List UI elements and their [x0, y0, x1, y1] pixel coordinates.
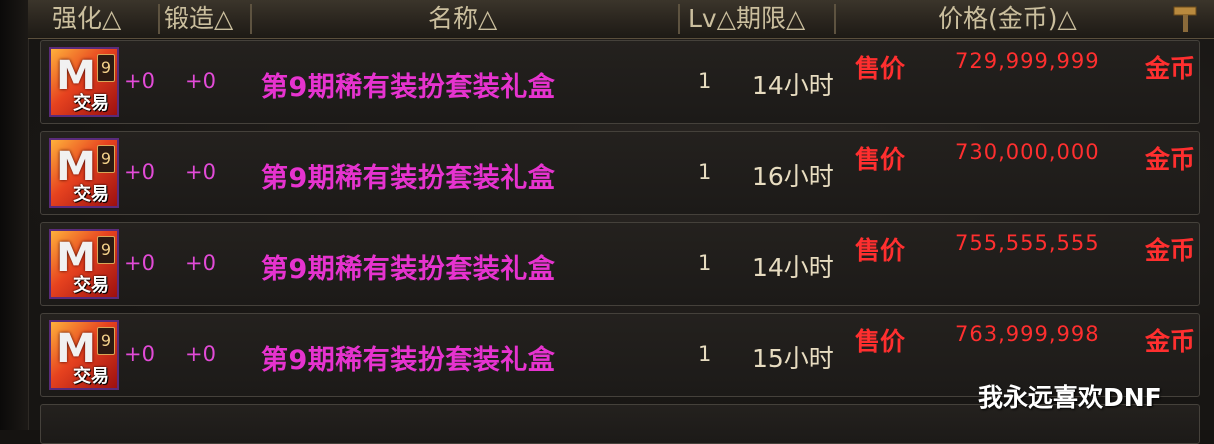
- item-name-link[interactable]: 第9期稀有装扮套装礼盒: [261, 65, 555, 104]
- sort-lv-period-header[interactable]: Lv△期限△: [688, 0, 805, 38]
- currency-label: 金币: [1145, 145, 1196, 174]
- enhance-value: +0: [124, 251, 155, 275]
- trade-label: 交易: [73, 366, 109, 387]
- trade-label: 交易: [73, 184, 109, 205]
- currency-label: 金币: [1145, 54, 1196, 83]
- currency-label: 金币: [1145, 327, 1196, 356]
- header-divider: [158, 4, 160, 34]
- watermark-text: 我永远喜欢DNF: [978, 383, 1162, 412]
- listing-period: 16小时: [752, 162, 834, 191]
- item-level-badge: 9: [97, 145, 115, 173]
- sort-forge-header[interactable]: 锻造△: [164, 0, 233, 38]
- item-level-badge: 9: [97, 327, 115, 355]
- enhance-value: +0: [124, 69, 155, 93]
- left-scroll-strip: [0, 0, 29, 430]
- header-divider: [834, 4, 836, 34]
- item-level-badge: 9: [97, 54, 115, 82]
- costume-box-icon[interactable]: M 9 交易: [49, 47, 119, 117]
- listing-period: 15小时: [752, 344, 834, 373]
- forge-value: +0: [185, 160, 216, 184]
- sort-name-header[interactable]: 名称△: [428, 0, 497, 38]
- item-level: 1: [698, 342, 712, 366]
- enhance-value: +0: [124, 342, 155, 366]
- column-header: 强化△ 锻造△ 名称△ Lv△期限△ 价格(金币)△: [28, 0, 1214, 39]
- enhance-value: +0: [124, 160, 155, 184]
- header-divider: [250, 4, 252, 34]
- item-level: 1: [698, 69, 712, 93]
- auction-window: 强化△ 锻造△ 名称△ Lv△期限△ 价格(金币)△ M 9 交易 +0 +0 …: [0, 0, 1214, 444]
- forge-value: +0: [185, 251, 216, 275]
- costume-box-icon[interactable]: M 9 交易: [49, 138, 119, 208]
- item-level: 1: [698, 160, 712, 184]
- item-level: 1: [698, 251, 712, 275]
- sell-price-label: 售价: [855, 54, 906, 83]
- item-name-link[interactable]: 第9期稀有装扮套装礼盒: [261, 338, 555, 377]
- costume-box-icon[interactable]: M 9 交易: [49, 320, 119, 390]
- sort-price-header[interactable]: 价格(金币)△: [938, 0, 1077, 38]
- sell-price-label: 售价: [855, 236, 906, 265]
- price-value: 730,000,000: [955, 140, 1100, 164]
- table-row[interactable]: M 9 交易 +0 +0 第9期稀有装扮套装礼盒 1 16小时 售价 730,0…: [40, 131, 1200, 215]
- table-row[interactable]: M 9 交易 +0 +0 第9期稀有装扮套装礼盒 1 14小时 售价 729,9…: [40, 40, 1200, 124]
- trade-label: 交易: [73, 275, 109, 296]
- sell-price-label: 售价: [855, 145, 906, 174]
- forge-value: +0: [185, 69, 216, 93]
- item-level-badge: 9: [97, 236, 115, 264]
- price-value: 729,999,999: [955, 49, 1100, 73]
- sort-enhance-header[interactable]: 强化△: [52, 0, 121, 38]
- currency-label: 金币: [1145, 236, 1196, 265]
- header-divider: [678, 4, 680, 34]
- sell-price-label: 售价: [855, 327, 906, 356]
- item-name-link[interactable]: 第9期稀有装扮套装礼盒: [261, 247, 555, 286]
- costume-box-icon[interactable]: M 9 交易: [49, 229, 119, 299]
- item-name-link[interactable]: 第9期稀有装扮套装礼盒: [261, 156, 555, 195]
- hammer-icon[interactable]: [1170, 4, 1200, 34]
- listing-period: 14小时: [752, 253, 834, 282]
- forge-value: +0: [185, 342, 216, 366]
- table-row[interactable]: M 9 交易 +0 +0 第9期稀有装扮套装礼盒 1 14小时 售价 755,5…: [40, 222, 1200, 306]
- price-value: 755,555,555: [955, 231, 1100, 255]
- trade-label: 交易: [73, 93, 109, 114]
- listing-period: 14小时: [752, 71, 834, 100]
- price-value: 763,999,998: [955, 322, 1100, 346]
